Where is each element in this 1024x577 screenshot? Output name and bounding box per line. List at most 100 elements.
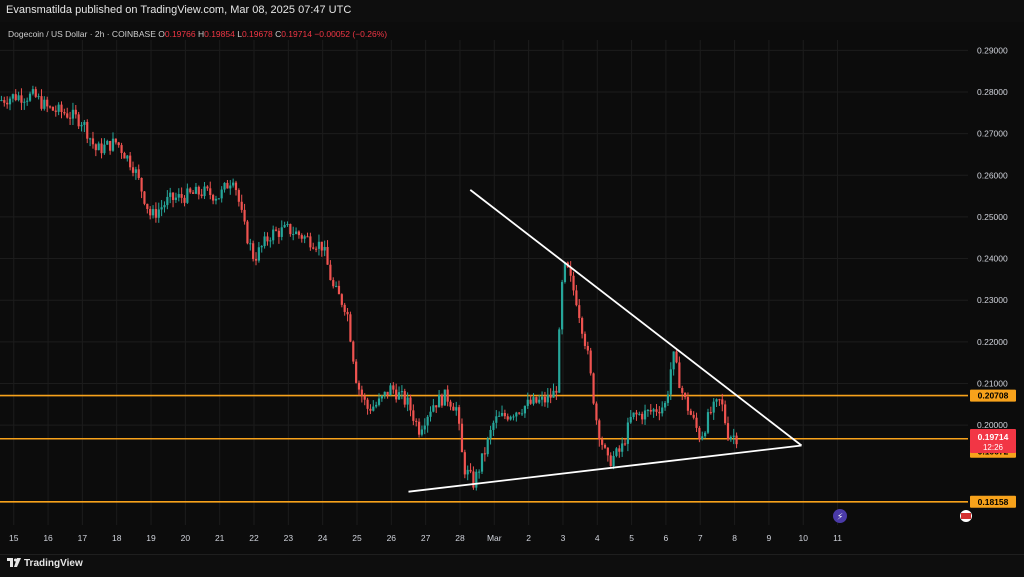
candle-body xyxy=(260,246,263,248)
candle-body xyxy=(446,389,449,402)
candle-body xyxy=(726,423,730,440)
candle-body xyxy=(420,429,424,435)
candle-body xyxy=(100,143,103,154)
candle-body xyxy=(578,305,581,319)
candle-body xyxy=(312,247,315,249)
symbol-name: Dogecoin / US Dollar · 2h · COINBASE xyxy=(8,29,156,39)
candle-body xyxy=(646,410,650,412)
candle-body xyxy=(272,229,275,241)
price-tick-label: 0.22000 xyxy=(977,337,1008,347)
candle-body xyxy=(472,471,475,488)
candle-body xyxy=(0,100,3,102)
candle-body xyxy=(266,236,269,242)
candle-body xyxy=(555,390,558,393)
time-tick-label: 4 xyxy=(595,533,600,543)
candle-body xyxy=(595,403,598,421)
candle-body xyxy=(558,329,561,393)
candle-body xyxy=(343,304,346,312)
candle-body xyxy=(492,422,495,430)
candle-body xyxy=(460,423,464,453)
candle-body xyxy=(60,104,63,113)
candle-body xyxy=(715,399,718,402)
candle-body xyxy=(375,404,378,407)
candle-body xyxy=(48,106,52,108)
candle-body xyxy=(214,198,218,201)
candle-body xyxy=(735,435,738,445)
candle-body xyxy=(274,229,278,231)
candle-body xyxy=(377,398,381,405)
candle-body xyxy=(129,155,132,168)
candle-body xyxy=(652,409,655,412)
candle-body xyxy=(706,412,710,433)
candle-body xyxy=(704,432,707,437)
candle-body xyxy=(355,361,358,383)
candle-body xyxy=(683,392,687,398)
candle-body xyxy=(672,351,675,370)
candlestick-chart[interactable]: 0.29000 0.28000 0.27000 0.26000 0.25000 0.240… xyxy=(0,0,1024,576)
candle-body xyxy=(478,471,481,473)
flag-icon[interactable] xyxy=(960,510,972,522)
price-tick-label: 0.29000 xyxy=(977,45,1008,55)
candle-body xyxy=(280,227,283,237)
candle-body xyxy=(109,140,112,151)
candle-body xyxy=(23,101,26,103)
candle-body xyxy=(563,262,567,282)
candle-body xyxy=(392,385,395,390)
candle-body xyxy=(612,455,615,466)
candle-body xyxy=(329,264,332,281)
candle-body xyxy=(94,144,97,151)
candle-body xyxy=(363,395,366,400)
candle-body xyxy=(229,185,232,189)
candle-body xyxy=(546,394,549,403)
candle-body xyxy=(641,413,644,420)
candle-body xyxy=(352,341,355,362)
candle-body xyxy=(11,94,14,99)
time-tick-label: 15 xyxy=(9,533,19,543)
candle-body xyxy=(372,406,375,411)
candle-body xyxy=(263,236,266,247)
candle-body xyxy=(8,98,12,105)
candle-body xyxy=(171,192,175,200)
high-value: 0.19854 xyxy=(204,29,235,39)
candle-body xyxy=(635,412,638,415)
candle-body xyxy=(520,413,524,415)
candle-body xyxy=(601,439,604,445)
candle-body xyxy=(661,407,664,414)
candle-body xyxy=(237,190,240,202)
candle-body xyxy=(292,234,295,236)
candle-body xyxy=(380,395,383,399)
candle-body xyxy=(643,410,647,420)
price-tick-label: 0.27000 xyxy=(977,129,1008,139)
candle-body xyxy=(366,399,369,409)
candle-body xyxy=(463,452,466,475)
candle-body xyxy=(426,416,429,426)
candle-body xyxy=(598,420,601,440)
candle-body xyxy=(581,318,584,334)
time-tick-label: 23 xyxy=(284,533,294,543)
price-badges: 0.207080.196720.181580.1971412:26 xyxy=(970,389,1016,508)
candle-body xyxy=(432,405,435,412)
candle-body xyxy=(515,412,518,417)
level-top-badge-text: 0.20708 xyxy=(978,391,1009,401)
candle-body xyxy=(177,194,180,198)
candle-body xyxy=(206,186,209,189)
countdown-text: 12:26 xyxy=(983,443,1004,452)
candle-body xyxy=(618,448,621,452)
candle-body xyxy=(212,195,215,201)
candle-body xyxy=(31,89,34,94)
candle-body xyxy=(469,469,472,472)
candle-body xyxy=(163,205,166,208)
time-tick-label: 24 xyxy=(318,533,328,543)
candle-body xyxy=(729,436,732,440)
level-bottom-badge-text: 0.18158 xyxy=(978,497,1009,507)
indicator-icon[interactable]: ⚡ xyxy=(833,509,847,523)
candle-body xyxy=(137,169,140,178)
candle-body xyxy=(252,243,255,260)
candle-body xyxy=(14,94,17,101)
candle-body xyxy=(695,417,698,428)
candle-body xyxy=(220,189,223,199)
candle-body xyxy=(655,409,658,412)
candle-body xyxy=(83,121,86,125)
tradingview-logo[interactable]: TradingView xyxy=(7,558,83,569)
footer-bar: TradingView xyxy=(0,554,1024,577)
